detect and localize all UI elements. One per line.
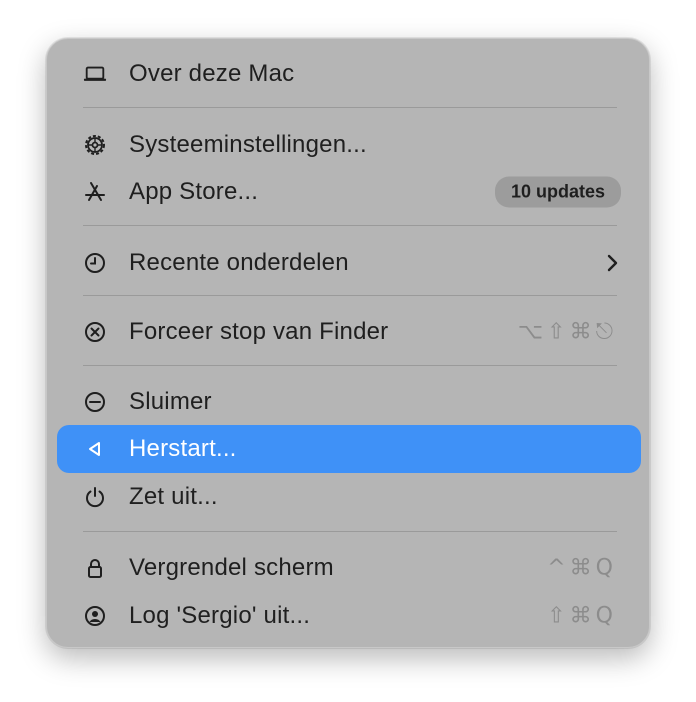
- menu-item-restart[interactable]: Herstart...: [57, 425, 641, 473]
- menu-item-shut-down[interactable]: Zet uit...: [57, 473, 641, 521]
- laptop-icon: [83, 62, 107, 86]
- menu-item-log-out[interactable]: Log 'Sergio' uit... ⇧⌘Q: [57, 592, 641, 640]
- app-store-icon: [83, 180, 107, 204]
- apple-menu: Over deze Mac Systeeminstellingen... App…: [46, 38, 650, 648]
- lock-icon: [83, 556, 107, 580]
- clock-icon: [83, 251, 107, 275]
- menu-item-label: Log 'Sergio' uit...: [129, 602, 311, 629]
- menu-item-label: Zet uit...: [129, 483, 218, 510]
- sleep-icon: [83, 390, 107, 414]
- menu-item-sleep[interactable]: Sluimer: [57, 378, 641, 426]
- chevron-right-icon: [605, 253, 619, 273]
- menu-item-about-this-mac[interactable]: Over deze Mac: [57, 50, 641, 98]
- menu-separator: [83, 365, 617, 366]
- user-icon: [83, 604, 107, 628]
- menu-separator: [83, 295, 617, 296]
- menu-item-recent-items[interactable]: Recente onderdelen: [57, 239, 641, 287]
- menu-item-system-settings[interactable]: Systeeminstellingen...: [57, 121, 641, 169]
- restart-icon: [83, 437, 107, 461]
- menu-item-label: Over deze Mac: [129, 60, 295, 87]
- keyboard-shortcut: ^⌘Q: [547, 555, 617, 581]
- menu-item-label: Recente onderdelen: [129, 249, 349, 276]
- keyboard-shortcut: ⌥⇧⌘⎋: [517, 319, 617, 345]
- menu-item-label: App Store...: [129, 178, 259, 205]
- updates-badge: 10 updates: [494, 176, 621, 208]
- power-icon: [83, 485, 107, 509]
- gear-icon: [83, 133, 107, 157]
- menu-item-label: Vergrendel scherm: [129, 554, 334, 581]
- menu-separator: [83, 531, 617, 532]
- menu-item-lock-screen[interactable]: Vergrendel scherm ^⌘Q: [57, 544, 641, 592]
- keyboard-shortcut: ⇧⌘Q: [547, 603, 617, 629]
- menu-item-label: Forceer stop van Finder: [129, 318, 389, 345]
- menu-item-label: Systeeminstellingen...: [129, 131, 367, 158]
- menu-separator: [83, 107, 617, 108]
- menu-item-force-quit[interactable]: Forceer stop van Finder ⌥⇧⌘⎋: [57, 308, 641, 356]
- menu-separator: [83, 225, 617, 226]
- menu-item-label: Herstart...: [129, 435, 237, 462]
- menu-item-app-store[interactable]: App Store... 10 updates: [57, 168, 641, 216]
- force-quit-icon: [83, 320, 107, 344]
- menu-item-label: Sluimer: [129, 388, 212, 415]
